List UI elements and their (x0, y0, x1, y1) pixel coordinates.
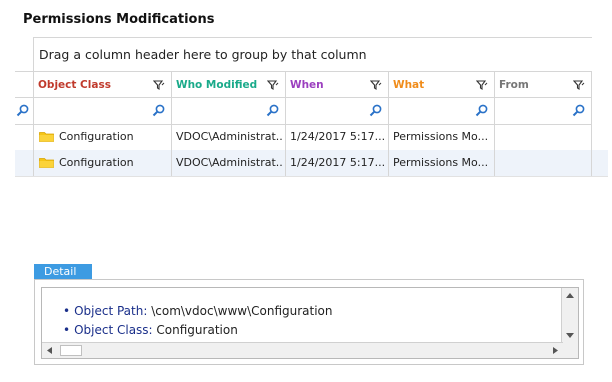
search-icon[interactable] (475, 104, 488, 117)
cell-from (494, 150, 592, 176)
filter-from[interactable] (494, 98, 592, 124)
filter-what[interactable] (388, 98, 494, 124)
funnel-filter-icon[interactable] (476, 79, 488, 91)
row-indicator (15, 124, 33, 150)
table-row[interactable]: Configuration VDOC\Administrat.. 1/24/20… (15, 150, 608, 177)
column-header-object-class[interactable]: Object Class (33, 72, 171, 98)
detail-value: \com\vdoc\www\Configuration (151, 304, 333, 318)
funnel-filter-icon[interactable] (573, 79, 585, 91)
cell-object-class: Configuration (33, 150, 171, 176)
column-header-label: Who Modified (176, 79, 258, 91)
vertical-scrollbar[interactable] (561, 288, 578, 343)
search-icon[interactable] (369, 104, 382, 117)
detail-panel: • Object Path: \com\vdoc\www\Configuratio… (34, 279, 584, 365)
scrollbar-corner (562, 343, 578, 358)
table-row[interactable]: Configuration VDOC\Administrat.. 1/24/20… (15, 124, 592, 151)
detail-tab[interactable]: Detail (34, 264, 92, 279)
grid-filter-row (15, 97, 592, 125)
column-header-what[interactable]: What (388, 72, 494, 98)
search-icon[interactable] (572, 104, 585, 117)
filter-when[interactable] (285, 98, 388, 124)
group-by-panel[interactable]: Drag a column header here to group by th… (33, 37, 592, 71)
column-header-label: From (499, 79, 529, 91)
horizontal-scrollbar[interactable] (42, 342, 563, 358)
column-header-label: Object Class (38, 79, 111, 91)
column-header-label: What (393, 79, 425, 91)
scroll-left-icon[interactable] (43, 344, 57, 357)
cell-text: Configuration (59, 156, 134, 169)
scroll-right-icon[interactable] (548, 344, 562, 357)
funnel-filter-icon[interactable] (370, 79, 382, 91)
header-spacer (15, 72, 33, 98)
bullet-icon: • (63, 304, 71, 318)
horizontal-scroll-thumb[interactable] (60, 345, 82, 356)
detail-content: • Object Path: \com\vdoc\www\Configuratio… (41, 287, 579, 359)
cell-what: Permissions Mo... (388, 150, 494, 176)
filter-who-modified[interactable] (171, 98, 285, 124)
column-header-label: When (290, 79, 324, 91)
funnel-filter-icon[interactable] (153, 79, 165, 91)
search-icon[interactable] (16, 104, 29, 117)
bullet-icon: • (63, 323, 71, 337)
search-icon[interactable] (152, 104, 165, 117)
scroll-down-icon[interactable] (563, 329, 577, 342)
detail-item-object-path: • Object Path: \com\vdoc\www\Configuratio… (63, 302, 333, 321)
folder-icon (39, 157, 54, 168)
search-icon[interactable] (266, 104, 279, 117)
detail-key: Object Class: (74, 323, 153, 337)
row-indicator (15, 150, 33, 176)
cell-when: 1/24/2017 5:17... (285, 124, 388, 150)
cell-object-class: Configuration (33, 124, 171, 150)
page-title: Permissions Modifications (23, 12, 215, 27)
cell-from (494, 124, 592, 150)
funnel-filter-icon[interactable] (267, 79, 279, 91)
column-header-when[interactable]: When (285, 72, 388, 98)
folder-icon (39, 131, 54, 142)
grid-header-row: Object Class Who Modified When What From (15, 71, 592, 98)
detail-item-object-class: • Object Class: Configuration (63, 321, 333, 340)
filter-object-class[interactable] (33, 98, 171, 124)
column-header-who-modified[interactable]: Who Modified (171, 72, 285, 98)
cell-who-modified: VDOC\Administrat.. (171, 150, 285, 176)
cell-who-modified: VDOC\Administrat.. (171, 124, 285, 150)
detail-key: Object Path: (74, 304, 148, 318)
filter-row-search-cell[interactable] (15, 98, 33, 124)
detail-list: • Object Path: \com\vdoc\www\Configuratio… (63, 302, 333, 340)
cell-what: Permissions Mo... (388, 124, 494, 150)
cell-when: 1/24/2017 5:17... (285, 150, 388, 176)
scroll-up-icon[interactable] (563, 289, 577, 302)
detail-value: Configuration (156, 323, 238, 337)
column-header-from[interactable]: From (494, 72, 592, 98)
cell-text: Configuration (59, 130, 134, 143)
